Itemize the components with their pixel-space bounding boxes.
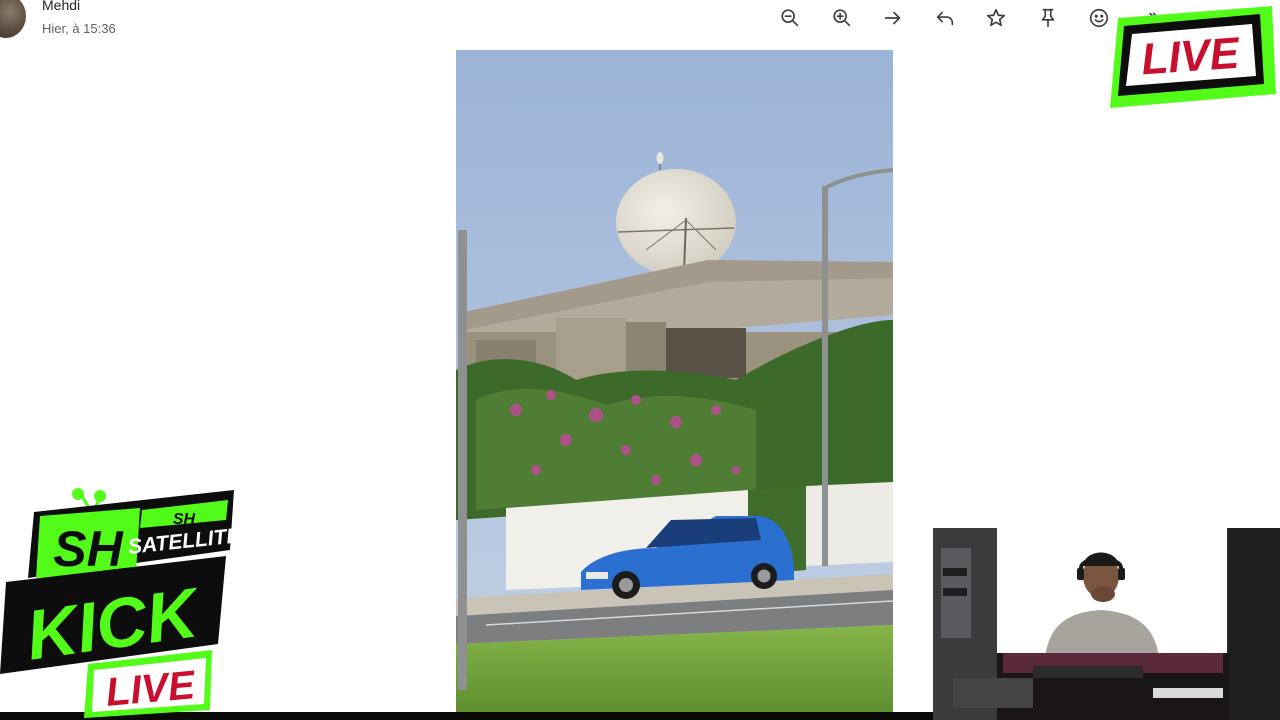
next-button[interactable] — [879, 4, 907, 32]
zoom-in-button[interactable] — [828, 4, 856, 32]
live-badge: LIVE — [1104, 4, 1280, 116]
star-button[interactable] — [982, 4, 1010, 32]
reply-button[interactable] — [931, 4, 959, 32]
pin-icon — [1041, 8, 1054, 28]
pin-button[interactable] — [1034, 4, 1062, 32]
kick-live-text: LIVE — [104, 663, 198, 715]
sh-small-text: SH — [173, 511, 196, 528]
star-icon — [986, 8, 1006, 27]
streamer-webcam — [933, 528, 1280, 720]
zoom-out-icon — [781, 9, 799, 27]
sender-avatar[interactable] — [0, 0, 26, 38]
attachment-photo[interactable] — [456, 50, 893, 712]
sender-name: Mehdi — [42, 0, 81, 13]
message-timestamp: Hier, à 15:36 — [42, 21, 116, 36]
live-badge-text: LIVE — [1140, 29, 1243, 85]
forward-arrow-icon — [884, 11, 901, 25]
reply-icon — [936, 11, 953, 26]
kick-live-logo: SH SH SATELLITE KICK LIVE — [0, 486, 242, 720]
zoom-out-button[interactable] — [776, 4, 804, 32]
sh-logo-text: SH — [53, 521, 123, 577]
zoom-in-icon — [832, 9, 850, 27]
